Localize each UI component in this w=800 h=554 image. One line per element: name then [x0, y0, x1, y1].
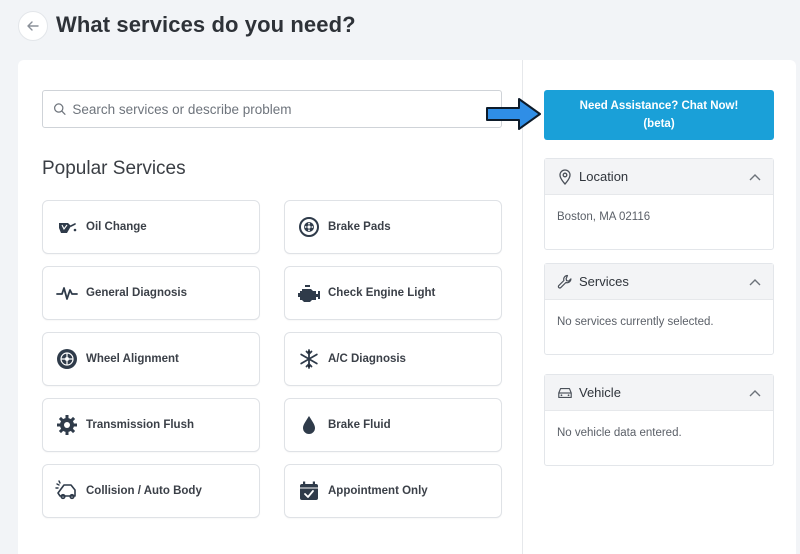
service-appointment-only[interactable]: Appointment Only	[284, 464, 502, 518]
chevron-up-icon[interactable]	[749, 278, 761, 286]
location-panel-title: Location	[579, 169, 629, 184]
arrow-left-icon	[27, 21, 39, 31]
service-label: General Diagnosis	[86, 287, 187, 299]
service-label: Wheel Alignment	[86, 353, 179, 365]
services-panel-header[interactable]: Services	[545, 264, 773, 300]
service-ac-diagnosis[interactable]: A/C Diagnosis	[284, 332, 502, 386]
services-panel: Services No services currently selected.	[544, 263, 774, 355]
chat-assistance-button[interactable]: Need Assistance? Chat Now! (beta)	[544, 90, 774, 140]
service-check-engine-light[interactable]: Check Engine Light	[284, 266, 502, 320]
oil-can-icon	[55, 215, 79, 239]
service-label: A/C Diagnosis	[328, 353, 406, 365]
service-brake-pads[interactable]: Brake Pads	[284, 200, 502, 254]
snowflake-icon	[297, 347, 321, 371]
chevron-up-icon[interactable]	[749, 389, 761, 397]
service-oil-change[interactable]: Oil Change	[42, 200, 260, 254]
services-column: Popular Services Oil Change Brake Pads G…	[18, 60, 523, 554]
gear-icon	[55, 413, 79, 437]
chat-button-beta: (beta)	[643, 118, 675, 130]
map-pin-icon	[557, 168, 573, 185]
drop-icon	[297, 413, 321, 437]
location-panel-header[interactable]: Location	[545, 159, 773, 195]
services-panel-title: Services	[579, 274, 629, 289]
wheel-icon	[55, 347, 79, 371]
popular-services-title: Popular Services	[42, 158, 186, 179]
location-panel: Location Boston, MA 02116	[544, 158, 774, 250]
search-input[interactable]	[72, 101, 501, 117]
popular-services-grid: Oil Change Brake Pads General Diagnosis …	[42, 200, 502, 518]
engine-icon	[297, 281, 321, 305]
services-value: No services currently selected.	[557, 316, 714, 328]
calendar-check-icon	[297, 479, 321, 503]
service-label: Check Engine Light	[328, 287, 436, 299]
service-wheel-alignment[interactable]: Wheel Alignment	[42, 332, 260, 386]
service-general-diagnosis[interactable]: General Diagnosis	[42, 266, 260, 320]
service-collision-auto-body[interactable]: Collision / Auto Body	[42, 464, 260, 518]
vehicle-value: No vehicle data entered.	[557, 427, 682, 439]
service-transmission-flush[interactable]: Transmission Flush	[42, 398, 260, 452]
car-crash-icon	[55, 479, 79, 503]
service-label: Appointment Only	[328, 485, 428, 497]
back-button[interactable]	[18, 11, 48, 41]
search-box[interactable]	[42, 90, 502, 128]
service-label: Collision / Auto Body	[86, 485, 202, 497]
main-card: Popular Services Oil Change Brake Pads G…	[18, 60, 796, 554]
page-title: What services do you need?	[56, 12, 356, 37]
vehicle-panel: Vehicle No vehicle data entered.	[544, 374, 774, 466]
service-label: Brake Pads	[328, 221, 391, 233]
location-value: Boston, MA 02116	[557, 211, 651, 223]
wrench-icon	[557, 274, 573, 290]
vehicle-panel-header[interactable]: Vehicle	[545, 375, 773, 411]
service-label: Brake Fluid	[328, 419, 391, 431]
pointer-arrow-icon	[486, 98, 541, 130]
service-label: Transmission Flush	[86, 419, 194, 431]
pulse-icon	[55, 281, 79, 305]
vehicle-panel-title: Vehicle	[579, 385, 621, 400]
brake-disc-icon	[297, 215, 321, 239]
chevron-up-icon[interactable]	[749, 173, 761, 181]
car-icon	[557, 385, 573, 401]
chat-button-label: Need Assistance? Chat Now!	[579, 100, 739, 112]
search-icon	[54, 103, 66, 115]
service-label: Oil Change	[86, 221, 147, 233]
service-brake-fluid[interactable]: Brake Fluid	[284, 398, 502, 452]
